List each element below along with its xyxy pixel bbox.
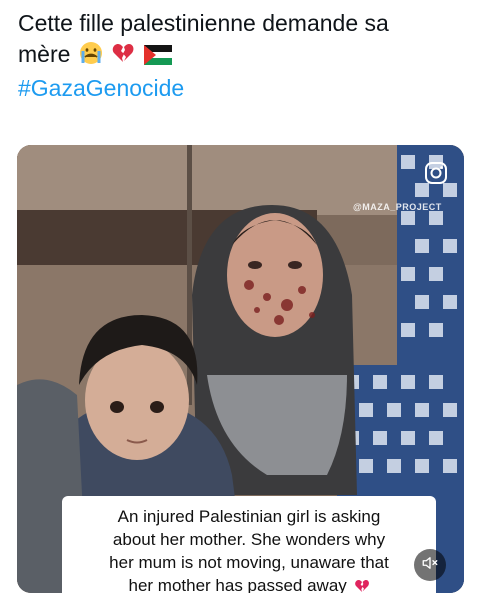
video-caption: An injured Palestinian girl is asking ab… (62, 496, 436, 593)
broken-heart-icon (111, 41, 135, 73)
broken-heart-icon (354, 577, 370, 593)
crying-face-icon (79, 41, 103, 73)
speaker-muted-icon (421, 554, 439, 577)
caption-line-3: her mum is not moving, unaware that (109, 553, 389, 572)
caption-line-4: her mother has passed away (128, 576, 347, 593)
tweet-text-line-1: Cette fille palestinienne demande sa (18, 10, 389, 36)
caption-line-1: An injured Palestinian girl is asking (117, 507, 381, 526)
hashtag-link[interactable]: #GazaGenocide (18, 73, 468, 104)
watermark: @MAZA_PROJECT (353, 202, 442, 212)
caption-line-2: about her mother. She wonders why (112, 530, 386, 549)
instagram-icon (424, 161, 448, 185)
mute-button[interactable] (414, 549, 446, 581)
tweet-text: Cette fille palestinienne demande sa mèr… (18, 8, 468, 104)
video-player[interactable]: @MAZA_PROJECT An injured Palestinian gir… (17, 145, 464, 593)
palestine-flag-icon (143, 42, 172, 73)
tweet-text-line-2: mère (18, 41, 71, 67)
